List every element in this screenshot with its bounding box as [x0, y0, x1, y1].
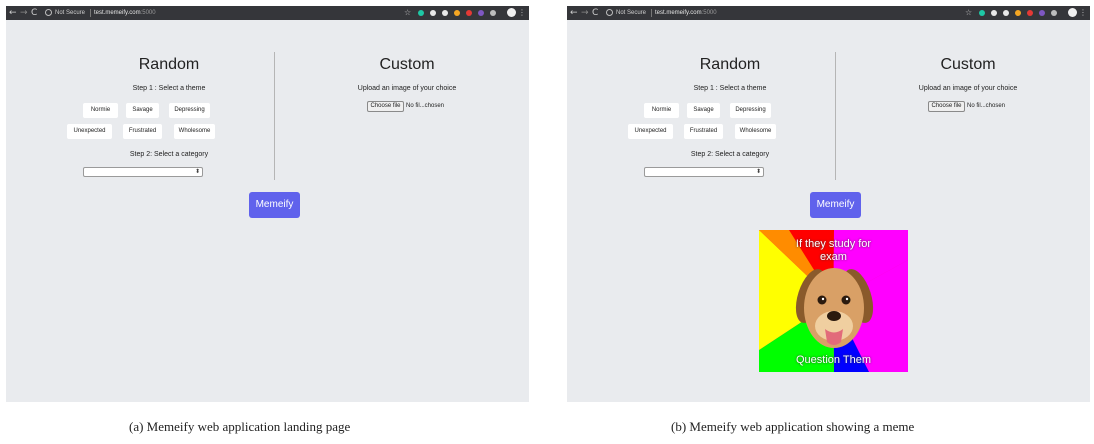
extension-icon[interactable]: [454, 10, 460, 16]
extension-icon[interactable]: [1015, 10, 1021, 16]
profile-avatar-icon[interactable]: [1068, 8, 1077, 17]
custom-title: Custom: [379, 56, 435, 73]
step1-label: Step 1 : Select a theme: [132, 85, 206, 92]
theme-unexpected-button[interactable]: Unexpected: [628, 124, 673, 139]
custom-title: Custom: [940, 56, 996, 73]
url-port: :5000: [140, 10, 156, 16]
not-secure-label: Not Secure: [616, 10, 647, 16]
browser-toolbar: ← → C Not Secure test.memeify.com:5000 ☆…: [567, 6, 1090, 20]
theme-unexpected-button[interactable]: Unexpected: [67, 124, 112, 139]
theme-wholesome-button[interactable]: Wholesome: [174, 124, 215, 139]
theme-depressing-button[interactable]: Depressing: [169, 103, 210, 118]
bookmark-star-icon[interactable]: ☆: [965, 7, 972, 19]
file-name-label: No fil...chosen: [967, 103, 1006, 109]
extension-icon[interactable]: [1039, 10, 1045, 16]
extension-icon[interactable]: [430, 10, 436, 16]
reload-icon[interactable]: C: [592, 7, 598, 19]
extension-icon[interactable]: [979, 10, 985, 16]
info-icon[interactable]: [606, 9, 613, 16]
back-arrow-icon[interactable]: ←: [570, 7, 578, 19]
extension-icon[interactable]: [478, 10, 484, 16]
column-divider: [835, 52, 836, 180]
url-host: test.memeify.com: [94, 10, 141, 16]
category-select[interactable]: ⬍: [83, 167, 203, 177]
theme-wholesome-button[interactable]: Wholesome: [735, 124, 776, 139]
column-divider: [274, 52, 275, 180]
random-title: Random: [699, 56, 761, 73]
select-arrows-icon: ⬍: [755, 168, 761, 175]
extension-icon[interactable]: [490, 10, 496, 16]
caption-a: (a) Memeify web application landing page: [129, 419, 351, 434]
url-separator: [90, 9, 91, 17]
extension-icon[interactable]: [442, 10, 448, 16]
extensions-area: ☆ ⋮: [965, 7, 1087, 19]
url-port: :5000: [701, 10, 717, 16]
browser-menu-icon[interactable]: ⋮: [518, 7, 526, 19]
not-secure-label: Not Secure: [55, 10, 86, 16]
theme-frustrated-button[interactable]: Frustrated: [123, 124, 162, 139]
choose-file-button[interactable]: Choose file: [367, 101, 404, 112]
theme-normie-button[interactable]: Normie: [644, 103, 679, 118]
category-select[interactable]: ⬍: [644, 167, 764, 177]
address-bar[interactable]: test.memeify.com:5000: [655, 7, 717, 19]
memeify-button[interactable]: Memeify: [810, 192, 861, 218]
memeify-button[interactable]: Memeify: [249, 192, 300, 218]
url-host: test.memeify.com: [655, 10, 702, 16]
extension-icon[interactable]: [1027, 10, 1033, 16]
theme-frustrated-button[interactable]: Frustrated: [684, 124, 723, 139]
back-arrow-icon[interactable]: ←: [9, 7, 17, 19]
url-separator: [651, 9, 652, 17]
step2-label: Step 2: Select a category: [690, 151, 770, 158]
extensions-area: ☆ ⋮: [404, 7, 526, 19]
extension-icon[interactable]: [418, 10, 424, 16]
select-arrows-icon: ⬍: [194, 168, 200, 175]
browser-menu-icon[interactable]: ⋮: [1079, 7, 1087, 19]
profile-avatar-icon[interactable]: [507, 8, 516, 17]
screenshot-meme-result: ← → C Not Secure test.memeify.com:5000 ☆…: [567, 6, 1090, 402]
step2-label: Step 2: Select a category: [129, 151, 209, 158]
theme-normie-button[interactable]: Normie: [83, 103, 118, 118]
forward-arrow-icon[interactable]: →: [581, 7, 589, 19]
address-bar[interactable]: test.memeify.com:5000: [94, 7, 156, 19]
upload-label: Upload an image of your choice: [918, 85, 1018, 92]
info-icon[interactable]: [45, 9, 52, 16]
meme-image: If they study for exam Question Them: [759, 230, 908, 372]
bookmark-star-icon[interactable]: ☆: [404, 7, 411, 19]
random-title: Random: [138, 56, 200, 73]
caption-b: (b) Memeify web application showing a me…: [671, 419, 915, 434]
reload-icon[interactable]: C: [31, 7, 37, 19]
theme-depressing-button[interactable]: Depressing: [730, 103, 771, 118]
extension-icon[interactable]: [1051, 10, 1057, 16]
upload-label: Upload an image of your choice: [357, 85, 457, 92]
extension-icon[interactable]: [466, 10, 472, 16]
choose-file-button[interactable]: Choose file: [928, 101, 965, 112]
forward-arrow-icon[interactable]: →: [20, 7, 28, 19]
extension-icon[interactable]: [991, 10, 997, 16]
step1-label: Step 1 : Select a theme: [693, 85, 767, 92]
theme-savage-button[interactable]: Savage: [687, 103, 720, 118]
extension-icon[interactable]: [1003, 10, 1009, 16]
screenshot-landing-page: ← → C Not Secure test.memeify.com:5000 ☆…: [6, 6, 529, 402]
meme-top-text: If they study for exam: [795, 238, 872, 263]
browser-toolbar: ← → C Not Secure test.memeify.com:5000 ☆…: [6, 6, 529, 20]
file-name-label: No fil...chosen: [406, 103, 445, 109]
theme-savage-button[interactable]: Savage: [126, 103, 159, 118]
meme-bottom-text: Question Them: [795, 354, 871, 366]
